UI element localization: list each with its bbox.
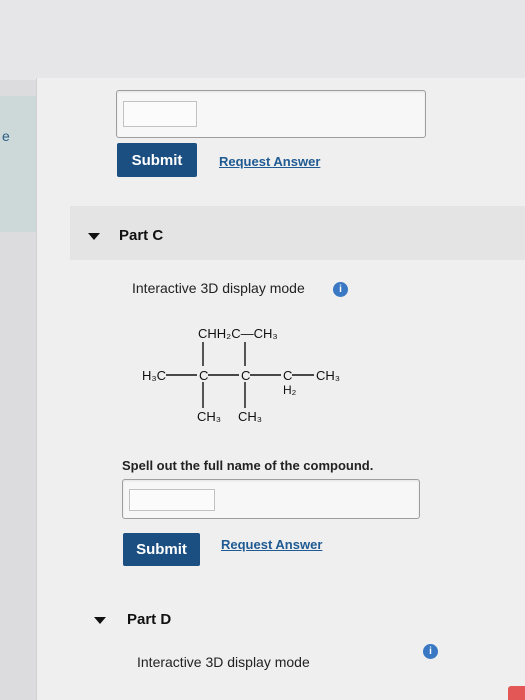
- formula-top-group: CHH₂C—CH₃: [198, 326, 278, 341]
- left-sidebar-strip: [0, 96, 36, 232]
- part-c-display-mode-label: Interactive 3D display mode: [132, 280, 305, 296]
- structural-formula: CHH₂C—CH₃ H₃C C C C CH₃ H₂ CH₃ CH₃: [142, 326, 340, 424]
- part-b-answer-box[interactable]: [116, 90, 426, 138]
- part-c-question: Spell out the full name of the compound.: [122, 458, 374, 473]
- part-c-submit-button[interactable]: Submit: [123, 533, 200, 566]
- part-b-request-answer-link[interactable]: Request Answer: [219, 154, 320, 169]
- part-c-answer-box[interactable]: [122, 479, 420, 519]
- part-d-collapse-caret-icon[interactable]: [94, 617, 106, 624]
- part-b-answer-input[interactable]: [123, 101, 197, 127]
- part-d-info-icon[interactable]: i: [423, 644, 438, 659]
- formula-carbon-1: C: [199, 368, 208, 383]
- part-d-display-mode-label: Interactive 3D display mode: [137, 654, 310, 670]
- part-c-request-answer-link[interactable]: Request Answer: [221, 537, 322, 552]
- part-c-info-icon[interactable]: i: [333, 282, 348, 297]
- formula-right-ch3: CH₃: [316, 368, 340, 383]
- formula-bottom-ch3-right: CH₃: [238, 409, 262, 424]
- part-b-submit-button[interactable]: Submit: [117, 143, 197, 177]
- formula-carbon-3: C: [283, 368, 292, 383]
- part-c-answer-input[interactable]: [129, 489, 215, 511]
- left-edge-glyph: e: [2, 128, 10, 144]
- part-c-collapse-caret-icon[interactable]: [88, 233, 100, 240]
- top-background: [0, 0, 525, 80]
- part-d-title[interactable]: Part D: [127, 611, 171, 628]
- formula-bottom-ch3-left: CH₃: [197, 409, 221, 424]
- formula-h2-label: H₂: [283, 383, 297, 397]
- formula-h3c-label: H₃C: [142, 368, 166, 383]
- formula-carbon-2: C: [241, 368, 250, 383]
- corner-badge: [508, 686, 525, 700]
- part-c-title[interactable]: Part C: [119, 227, 163, 244]
